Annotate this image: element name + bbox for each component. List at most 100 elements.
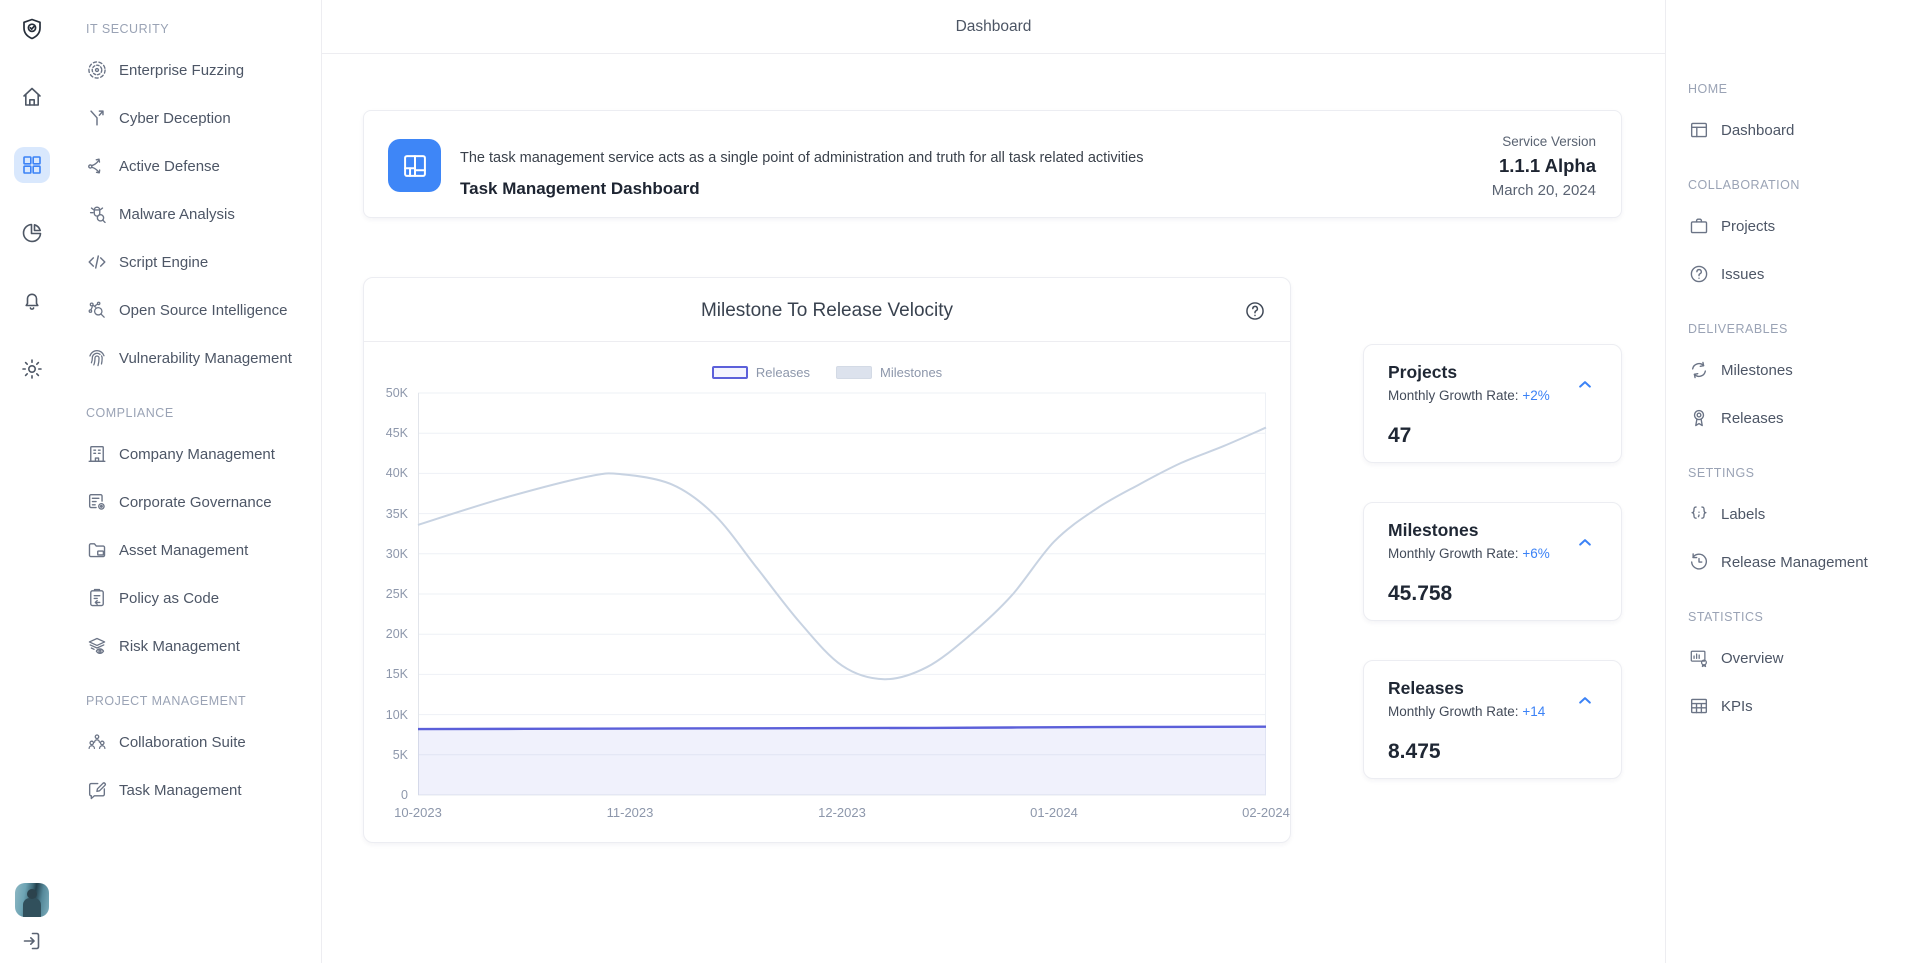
rail-item-analytics[interactable] xyxy=(14,215,50,251)
nav-item-overview[interactable]: Overview xyxy=(1666,634,1920,682)
nav-item-risk-management[interactable]: Risk Management xyxy=(64,622,321,670)
nav-item-label: Asset Management xyxy=(119,542,248,559)
target-icon xyxy=(86,59,108,81)
nav-item-enterprise-fuzzing[interactable]: Enterprise Fuzzing xyxy=(64,46,321,94)
y-tick-label: 5K xyxy=(364,747,408,763)
stat-card-value: 8.475 xyxy=(1388,739,1441,765)
user-avatar[interactable] xyxy=(15,883,49,917)
gear-icon xyxy=(20,357,44,381)
nav-item-company-management[interactable]: Company Management xyxy=(64,430,321,478)
nav-item-projects[interactable]: Projects xyxy=(1666,202,1920,250)
code-icon xyxy=(86,251,108,273)
chart-card: Milestone To Release Velocity ReleasesMi… xyxy=(363,277,1291,843)
nav-item-kpis[interactable]: KPIs xyxy=(1666,682,1920,730)
section-label-settings: SETTINGS xyxy=(1666,463,1920,483)
nav-item-label: Milestones xyxy=(1721,362,1793,379)
chart-plot xyxy=(418,393,1266,795)
question-circle-icon[interactable] xyxy=(1244,300,1266,322)
nav-item-active-defense[interactable]: Active Defense xyxy=(64,142,321,190)
home-icon xyxy=(20,85,44,109)
stat-card-releases: ReleasesMonthly Growth Rate: +148.475 xyxy=(1363,660,1622,779)
award-icon xyxy=(1688,407,1710,429)
nav-item-label: Labels xyxy=(1721,506,1765,523)
chevron-up-icon[interactable] xyxy=(1571,375,1599,393)
nav-item-label: Malware Analysis xyxy=(119,206,235,223)
nav-item-collaboration-suite[interactable]: Collaboration Suite xyxy=(64,718,321,766)
legend-label: Releases xyxy=(756,365,810,380)
shield-logo-icon xyxy=(20,17,44,41)
nav-item-label: Issues xyxy=(1721,266,1764,283)
y-tick-label: 20K xyxy=(364,626,408,642)
y-tick-label: 25K xyxy=(364,586,408,602)
nav-item-label: Dashboard xyxy=(1721,122,1794,139)
stat-card-growth: Monthly Growth Rate: +6% xyxy=(1388,545,1550,563)
stat-card-title: Milestones xyxy=(1388,519,1478,541)
nav-item-label: Releases xyxy=(1721,410,1784,427)
nav-item-dashboard[interactable]: Dashboard xyxy=(1666,106,1920,154)
growth-label: Monthly Growth Rate: xyxy=(1388,546,1522,561)
growth-value: +2% xyxy=(1522,388,1549,403)
nav-item-label: Release Management xyxy=(1721,554,1868,571)
y-tick-label: 35K xyxy=(364,506,408,522)
chevron-up-icon[interactable] xyxy=(1571,533,1599,551)
service-version-block: Service Version 1.1.1 Alpha March 20, 20… xyxy=(1492,133,1596,201)
service-version-label: Service Version xyxy=(1492,133,1596,151)
nav-item-label: Company Management xyxy=(119,446,275,463)
logout-icon[interactable] xyxy=(20,929,44,953)
nav-item-corporate-governance[interactable]: Corporate Governance xyxy=(64,478,321,526)
bell-icon xyxy=(20,289,44,313)
stat-card-milestones: Milestones Monthly Growth Rate: +6% 45.758 xyxy=(1363,502,1622,621)
nav-item-label: Script Engine xyxy=(119,254,208,271)
network-search-icon xyxy=(86,299,108,321)
banner-icon-tile xyxy=(388,139,441,192)
nav-item-labels[interactable]: Labels xyxy=(1666,490,1920,538)
clipboard-code-icon xyxy=(86,587,108,609)
nav-item-label: Vulnerability Management xyxy=(119,350,292,367)
bug-search-icon xyxy=(86,203,108,225)
right-sidebar: HOMEDashboardCOLLABORATIONProjectsIssues… xyxy=(1665,0,1920,963)
nav-item-policy-as-code[interactable]: Policy as Code xyxy=(64,574,321,622)
nav-item-milestones[interactable]: Milestones xyxy=(1666,346,1920,394)
fingerprint-icon xyxy=(86,347,108,369)
page-title: Dashboard xyxy=(956,18,1032,36)
rail-item-settings[interactable] xyxy=(14,351,50,387)
nav-item-label: Policy as Code xyxy=(119,590,219,607)
rail-item-apps[interactable] xyxy=(14,147,50,183)
x-tick-label: 10-2023 xyxy=(383,805,453,821)
nav-item-asset-management[interactable]: Asset Management xyxy=(64,526,321,574)
table-icon xyxy=(1688,695,1710,717)
refresh-icon xyxy=(1688,359,1710,381)
message-edit-icon xyxy=(86,779,108,801)
nav-item-label: Enterprise Fuzzing xyxy=(119,62,244,79)
briefcase-icon xyxy=(1688,215,1710,237)
nav-item-open-source-intelligence[interactable]: Open Source Intelligence xyxy=(64,286,321,334)
nav-item-task-management[interactable]: Task Management xyxy=(64,766,321,814)
nav-item-label: Risk Management xyxy=(119,638,240,655)
history-icon xyxy=(1688,551,1710,573)
nav-item-script-engine[interactable]: Script Engine xyxy=(64,238,321,286)
rail-item-notifications[interactable] xyxy=(14,283,50,319)
nav-item-issues[interactable]: Issues xyxy=(1666,250,1920,298)
folder-icon xyxy=(86,539,108,561)
section-label-statistics: STATISTICS xyxy=(1666,607,1920,627)
y-tick-label: 45K xyxy=(364,425,408,441)
rail-item-home[interactable] xyxy=(14,79,50,115)
nav-item-malware-analysis[interactable]: Malware Analysis xyxy=(64,190,321,238)
chart-divider xyxy=(364,341,1290,342)
nav-item-cyber-deception[interactable]: Cyber Deception xyxy=(64,94,321,142)
icon-rail xyxy=(0,0,65,963)
service-version-value: 1.1.1 Alpha xyxy=(1492,151,1596,181)
braces-icon xyxy=(1688,503,1710,525)
chevron-up-icon[interactable] xyxy=(1571,691,1599,709)
nav-item-releases[interactable]: Releases xyxy=(1666,394,1920,442)
nav-item-vulnerability-management[interactable]: Vulnerability Management xyxy=(64,334,321,382)
pie-icon xyxy=(20,221,44,245)
growth-label: Monthly Growth Rate: xyxy=(1388,704,1522,719)
legend-releases[interactable]: Releases xyxy=(712,365,810,380)
x-tick-label: 12-2023 xyxy=(807,805,877,821)
stat-card-value: 45.758 xyxy=(1388,581,1452,607)
nav-item-release-management[interactable]: Release Management xyxy=(1666,538,1920,586)
growth-value: +6% xyxy=(1522,546,1549,561)
legend-milestones[interactable]: Milestones xyxy=(836,365,942,380)
rail-item-app-logo[interactable] xyxy=(14,11,50,47)
